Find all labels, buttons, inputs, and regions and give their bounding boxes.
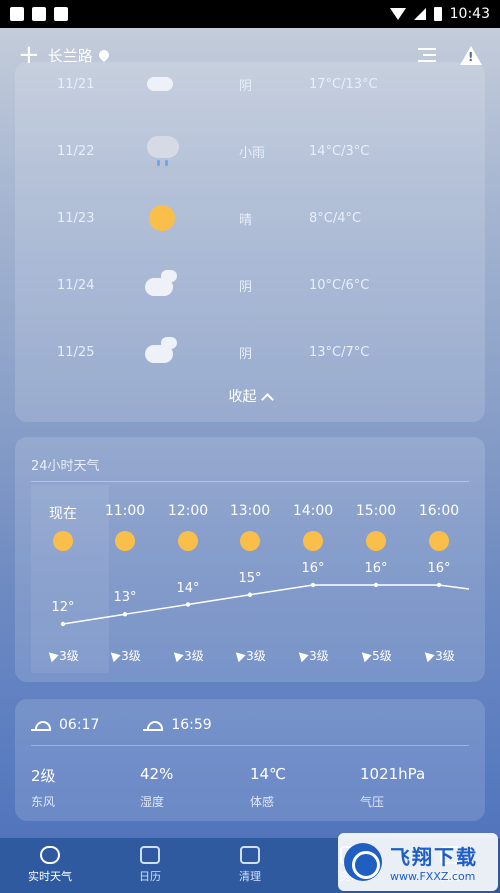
forecast-date: 11/23 [57,210,95,226]
watermark-logo-icon [344,843,382,881]
temperature-point [373,582,379,588]
forecast-row: 11/24 阴 10°C/6°C [15,265,485,305]
forecast-date: 11/25 [57,344,95,360]
calendar-icon [140,846,160,864]
signal-icon [413,8,426,20]
forecast-date: 11/22 [57,143,95,159]
location-name: 长兰路 [47,46,93,65]
temperature-point [310,582,316,588]
nav-tab-calendar[interactable]: 日历 [100,838,200,893]
add-city-button[interactable]: + [18,42,40,68]
cloud-icon [145,337,181,367]
forecast-row: 11/23 晴 8°C/4°C [15,198,485,238]
status-time: 10:43 [449,6,490,22]
forecast-date: 11/24 [57,277,95,293]
settings-menu-icon[interactable] [418,48,436,62]
divider [31,745,469,746]
cloud-icon [40,846,60,864]
feels-like-value: 14℃ [250,765,286,783]
notification-icon [10,7,24,21]
clean-icon [240,846,260,864]
sun-icon [145,203,181,233]
sunrise-icon [31,719,51,731]
wind-direction-label: 东风 [31,795,56,809]
pressure-value: 1021hPa [360,765,426,783]
warning-icon[interactable] [460,45,482,65]
forecast-card: 11/21 阴 17°C/13°C 11/22 小雨 14°C/3°C 11/2… [15,62,485,422]
details-card: 06:17 16:59 2级 东风 42% 湿度 14℃ 体感 1021hPa … [15,699,485,821]
watermark-logo: 飞翔下载 www.FXXZ.com [338,833,498,891]
sunrise-time: 06:17 [59,717,100,733]
temperature-point [247,592,253,597]
feels-like-label: 体感 [250,795,275,809]
humidity-value: 42% [140,765,174,783]
forecast-condition: 阴 [239,279,253,295]
collapse-button[interactable]: 收起 [15,386,485,406]
sunset-icon [143,719,164,731]
temperature-point [185,602,191,607]
sunset-time: 16:59 [171,717,212,733]
pressure-label: 气压 [360,795,385,809]
watermark-brand: 飞翔下载 [390,845,478,869]
forecast-condition: 小雨 [239,145,266,161]
cloud-icon [145,270,181,300]
forecast-row: 11/22 小雨 14°C/3°C [15,131,485,171]
app-notification-icon [32,7,46,21]
rain-icon [145,136,181,166]
humidity-label: 湿度 [140,795,165,809]
forecast-condition: 晴 [239,212,253,228]
location-pin-icon [96,47,111,63]
battery-icon [433,7,442,21]
temperature-line-chart [60,582,470,627]
nav-label: 日历 [139,870,161,883]
nav-tab-clean[interactable]: 清理 [200,838,300,893]
collapse-label: 收起 [228,389,257,405]
temperature-line [62,584,470,625]
wifi-icon [389,8,406,20]
nav-tab-realtime-weather[interactable]: 实时天气 [0,838,100,893]
sun-times: 06:17 16:59 [31,717,212,733]
wind-level: 2级 [31,767,56,785]
nav-label: 实时天气 [28,870,72,883]
forecast-condition: 阴 [239,346,253,362]
nav-label: 清理 [239,870,261,883]
forecast-temp: 10°C/6°C [309,277,370,293]
hourly-card: 24小时天气 现在 3级 11:00 3级 12:00 3级 13:00 3级 14:00 3级 1… [15,437,485,682]
status-bar: 10:43 [0,0,500,28]
temperature-point [436,582,442,588]
forecast-row: 11/25 阴 13°C/7°C [15,332,485,372]
app-notification-icon [54,7,68,21]
location-label[interactable]: 长兰路 [47,45,111,66]
app-header: + 长兰路 [0,28,500,82]
forecast-temp: 13°C/7°C [309,344,370,360]
chevron-up-icon [260,393,274,406]
watermark-url: www.FXXZ.com [390,870,476,883]
forecast-temp: 14°C/3°C [309,143,370,159]
temperature-point [122,612,128,617]
temperature-point [60,621,66,627]
forecast-temp: 8°C/4°C [309,210,362,226]
